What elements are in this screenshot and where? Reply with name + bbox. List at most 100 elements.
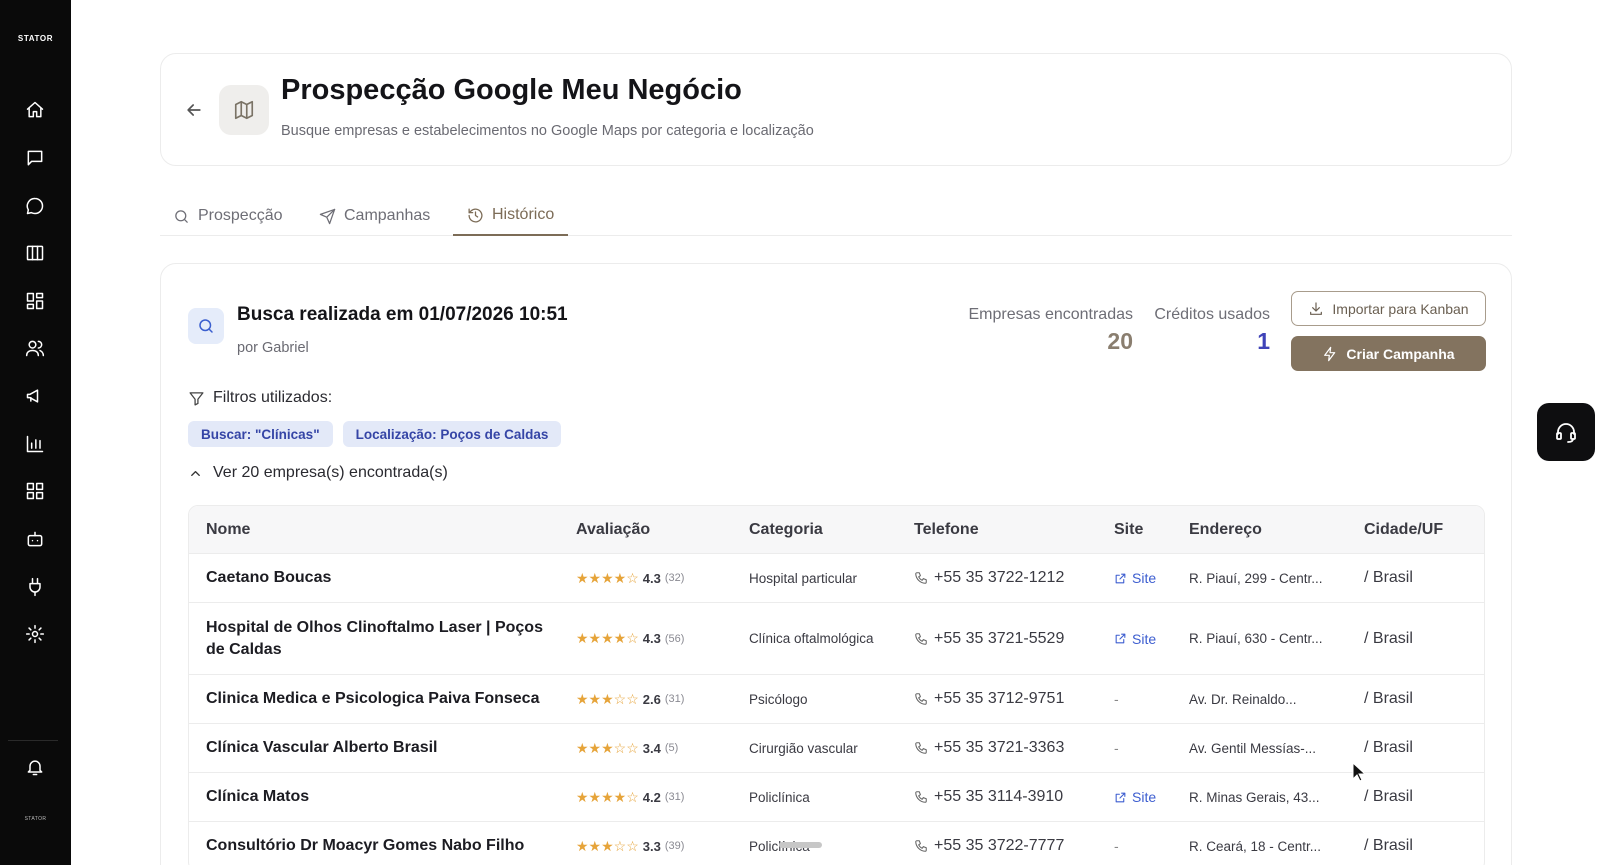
company-name[interactable]: Clínica Matos — [206, 773, 556, 821]
rating-value: 4.2 — [642, 789, 661, 805]
tab-prospeccao[interactable]: Prospecção — [173, 196, 283, 236]
column-header-rating[interactable]: Avaliação — [576, 506, 650, 554]
external-link-icon — [1115, 573, 1126, 583]
page-title: Prospecção Google Meu Negócio — [281, 74, 742, 106]
site-link[interactable]: Site — [1114, 554, 1156, 602]
category: Cirurgião vascular — [749, 740, 858, 756]
city: / Brasil — [1364, 569, 1413, 586]
search-icon — [175, 209, 188, 223]
site-link[interactable]: Site — [1114, 603, 1156, 674]
home-icon[interactable] — [25, 100, 45, 120]
apps-grid-icon[interactable] — [25, 481, 45, 501]
phone-cell[interactable]: +55 35 3114-3910 — [914, 773, 1063, 821]
column-header-address[interactable]: Endereço — [1189, 506, 1262, 554]
category: Hospital particular — [749, 570, 858, 586]
address: R. Ceará, 18 - Centr... — [1189, 838, 1322, 854]
site-link: - — [1114, 822, 1119, 865]
table-row[interactable]: Clinica Medica e Psicologica Paiva Fonse… — [189, 675, 1484, 724]
phone-number: +55 35 3712-9751 — [934, 690, 1065, 707]
table-row[interactable]: Clínica Matos ★★★★☆ 4.2 (31) Policlínica +55 … — [189, 773, 1484, 822]
bell-icon[interactable] — [25, 757, 45, 777]
rating-value: 4.3 — [642, 570, 661, 586]
create-campaign-button[interactable]: Criar Campanha — [1291, 336, 1486, 371]
chat-bubble-icon[interactable] — [25, 196, 45, 216]
mouse-cursor-icon — [1352, 762, 1366, 782]
table-row[interactable]: Clínica Vascular Alberto Brasil ★★★☆☆ 3.4(… — [189, 724, 1484, 773]
star-rating-icon: ★★★☆☆ — [576, 837, 639, 854]
address: R. Piauí, 630 - Centr... — [1189, 631, 1323, 646]
city: / Brasil — [1364, 690, 1413, 707]
phone-icon — [915, 693, 927, 705]
stat-credits-used: Créditos usados 1 — [1154, 306, 1270, 355]
filters-label: Filtros utilizados: — [213, 389, 333, 406]
company-name[interactable]: Clínica Vascular Alberto Brasil — [206, 724, 556, 772]
results-toggle-label: Ver 20 empresa(s) encontrada(s) — [213, 464, 448, 481]
phone-number: +55 35 3721-3363 — [934, 739, 1065, 756]
category: Clínica oftalmológica — [749, 631, 874, 646]
phone-cell[interactable]: +55 35 3712-9751 — [914, 675, 1064, 723]
dashboard-icon[interactable] — [25, 291, 45, 311]
rating-cell: ★★★★☆ 4.3 (56) — [576, 603, 684, 674]
phone-cell[interactable]: +55 35 3721-3363 — [914, 724, 1064, 772]
results-toggle[interactable]: Ver 20 empresa(s) encontrada(s) — [188, 464, 448, 482]
table-row[interactable]: Hospital de Olhos Clinoftalmo Laser | Po… — [189, 603, 1484, 675]
rating-cell: ★★★☆☆ 3.3 (39) — [576, 822, 684, 865]
site-label: - — [1114, 838, 1119, 854]
gear-icon[interactable] — [25, 624, 45, 644]
city: / Brasil — [1364, 788, 1413, 805]
table-row[interactable]: Caetano Boucas ★★★★☆ 4.3 (32) Hospital parti… — [189, 554, 1484, 603]
rating-cell: ★★★☆☆ 3.4 (5) — [576, 724, 678, 772]
table-header: Nome Avaliação Categoria Telefone Site E… — [189, 506, 1484, 554]
phone-cell[interactable]: +55 35 3722-7777 — [914, 822, 1064, 865]
filter-chips: Buscar: "Clínicas" Localização: Poços de… — [188, 421, 562, 447]
column-header-category[interactable]: Categoria — [749, 506, 823, 554]
back-button[interactable] — [183, 99, 205, 121]
company-name[interactable]: Caetano Boucas — [206, 554, 556, 602]
plug-icon[interactable] — [25, 577, 45, 597]
phone-number: +55 35 3722-1212 — [934, 569, 1065, 586]
company-name[interactable]: Hospital de Olhos Clinoftalmo Laser | Po… — [206, 603, 556, 674]
bar-chart-icon[interactable] — [25, 434, 45, 454]
phone-icon — [915, 791, 927, 803]
page-header: Prospecção Google Meu Negócio Busque emp… — [160, 53, 1512, 166]
megaphone-icon[interactable] — [25, 386, 45, 406]
users-icon[interactable] — [25, 338, 45, 358]
column-header-phone[interactable]: Telefone — [914, 506, 979, 554]
review-count: (32) — [664, 572, 685, 584]
star-rating-icon: ★★★★☆ — [576, 788, 639, 805]
kanban-icon[interactable] — [25, 243, 45, 263]
rating-cell: ★★★☆☆ 2.6 (31) — [576, 675, 684, 723]
tab-label: Campanhas — [344, 207, 431, 224]
star-rating-icon: ★★★☆☆ — [576, 690, 639, 707]
site-label: Site — [1132, 789, 1157, 805]
external-link-icon — [1115, 792, 1126, 802]
tab-campanhas[interactable]: Campanhas — [319, 196, 430, 236]
map-icon — [219, 85, 269, 135]
chat-square-icon[interactable] — [25, 148, 45, 168]
arrow-left-icon — [187, 104, 201, 116]
phone-number: +55 35 3722-7777 — [934, 837, 1065, 854]
phone-cell[interactable]: +55 35 3721-5529 — [914, 603, 1064, 674]
site-link[interactable]: Site — [1114, 773, 1156, 821]
send-icon — [319, 208, 336, 224]
category: Psicólogo — [749, 691, 808, 707]
column-header-city[interactable]: Cidade/UF — [1364, 506, 1443, 554]
stat-value: 1 — [1257, 328, 1270, 354]
support-button[interactable] — [1537, 403, 1595, 461]
company-name[interactable]: Clinica Medica e Psicologica Paiva Fonse… — [206, 675, 556, 723]
search-icon — [188, 308, 224, 344]
button-label: Criar Campanha — [1346, 345, 1455, 362]
phone-icon — [915, 572, 927, 584]
site-label: Site — [1132, 570, 1157, 586]
table-row[interactable]: Consultório Dr Moacyr Gomes Nabo Filho ★★… — [189, 822, 1484, 865]
bot-icon[interactable] — [25, 529, 45, 549]
review-count: (5) — [664, 742, 679, 754]
phone-icon — [915, 632, 927, 645]
column-header-name[interactable]: Nome — [206, 506, 250, 554]
import-kanban-button[interactable]: Importar para Kanban — [1291, 291, 1486, 326]
scroll-indicator[interactable] — [779, 842, 822, 848]
tab-historico[interactable]: Histórico — [453, 196, 569, 236]
phone-cell[interactable]: +55 35 3722-1212 — [914, 554, 1064, 602]
column-header-site[interactable]: Site — [1114, 506, 1143, 554]
company-name[interactable]: Consultório Dr Moacyr Gomes Nabo Filho — [206, 822, 556, 865]
